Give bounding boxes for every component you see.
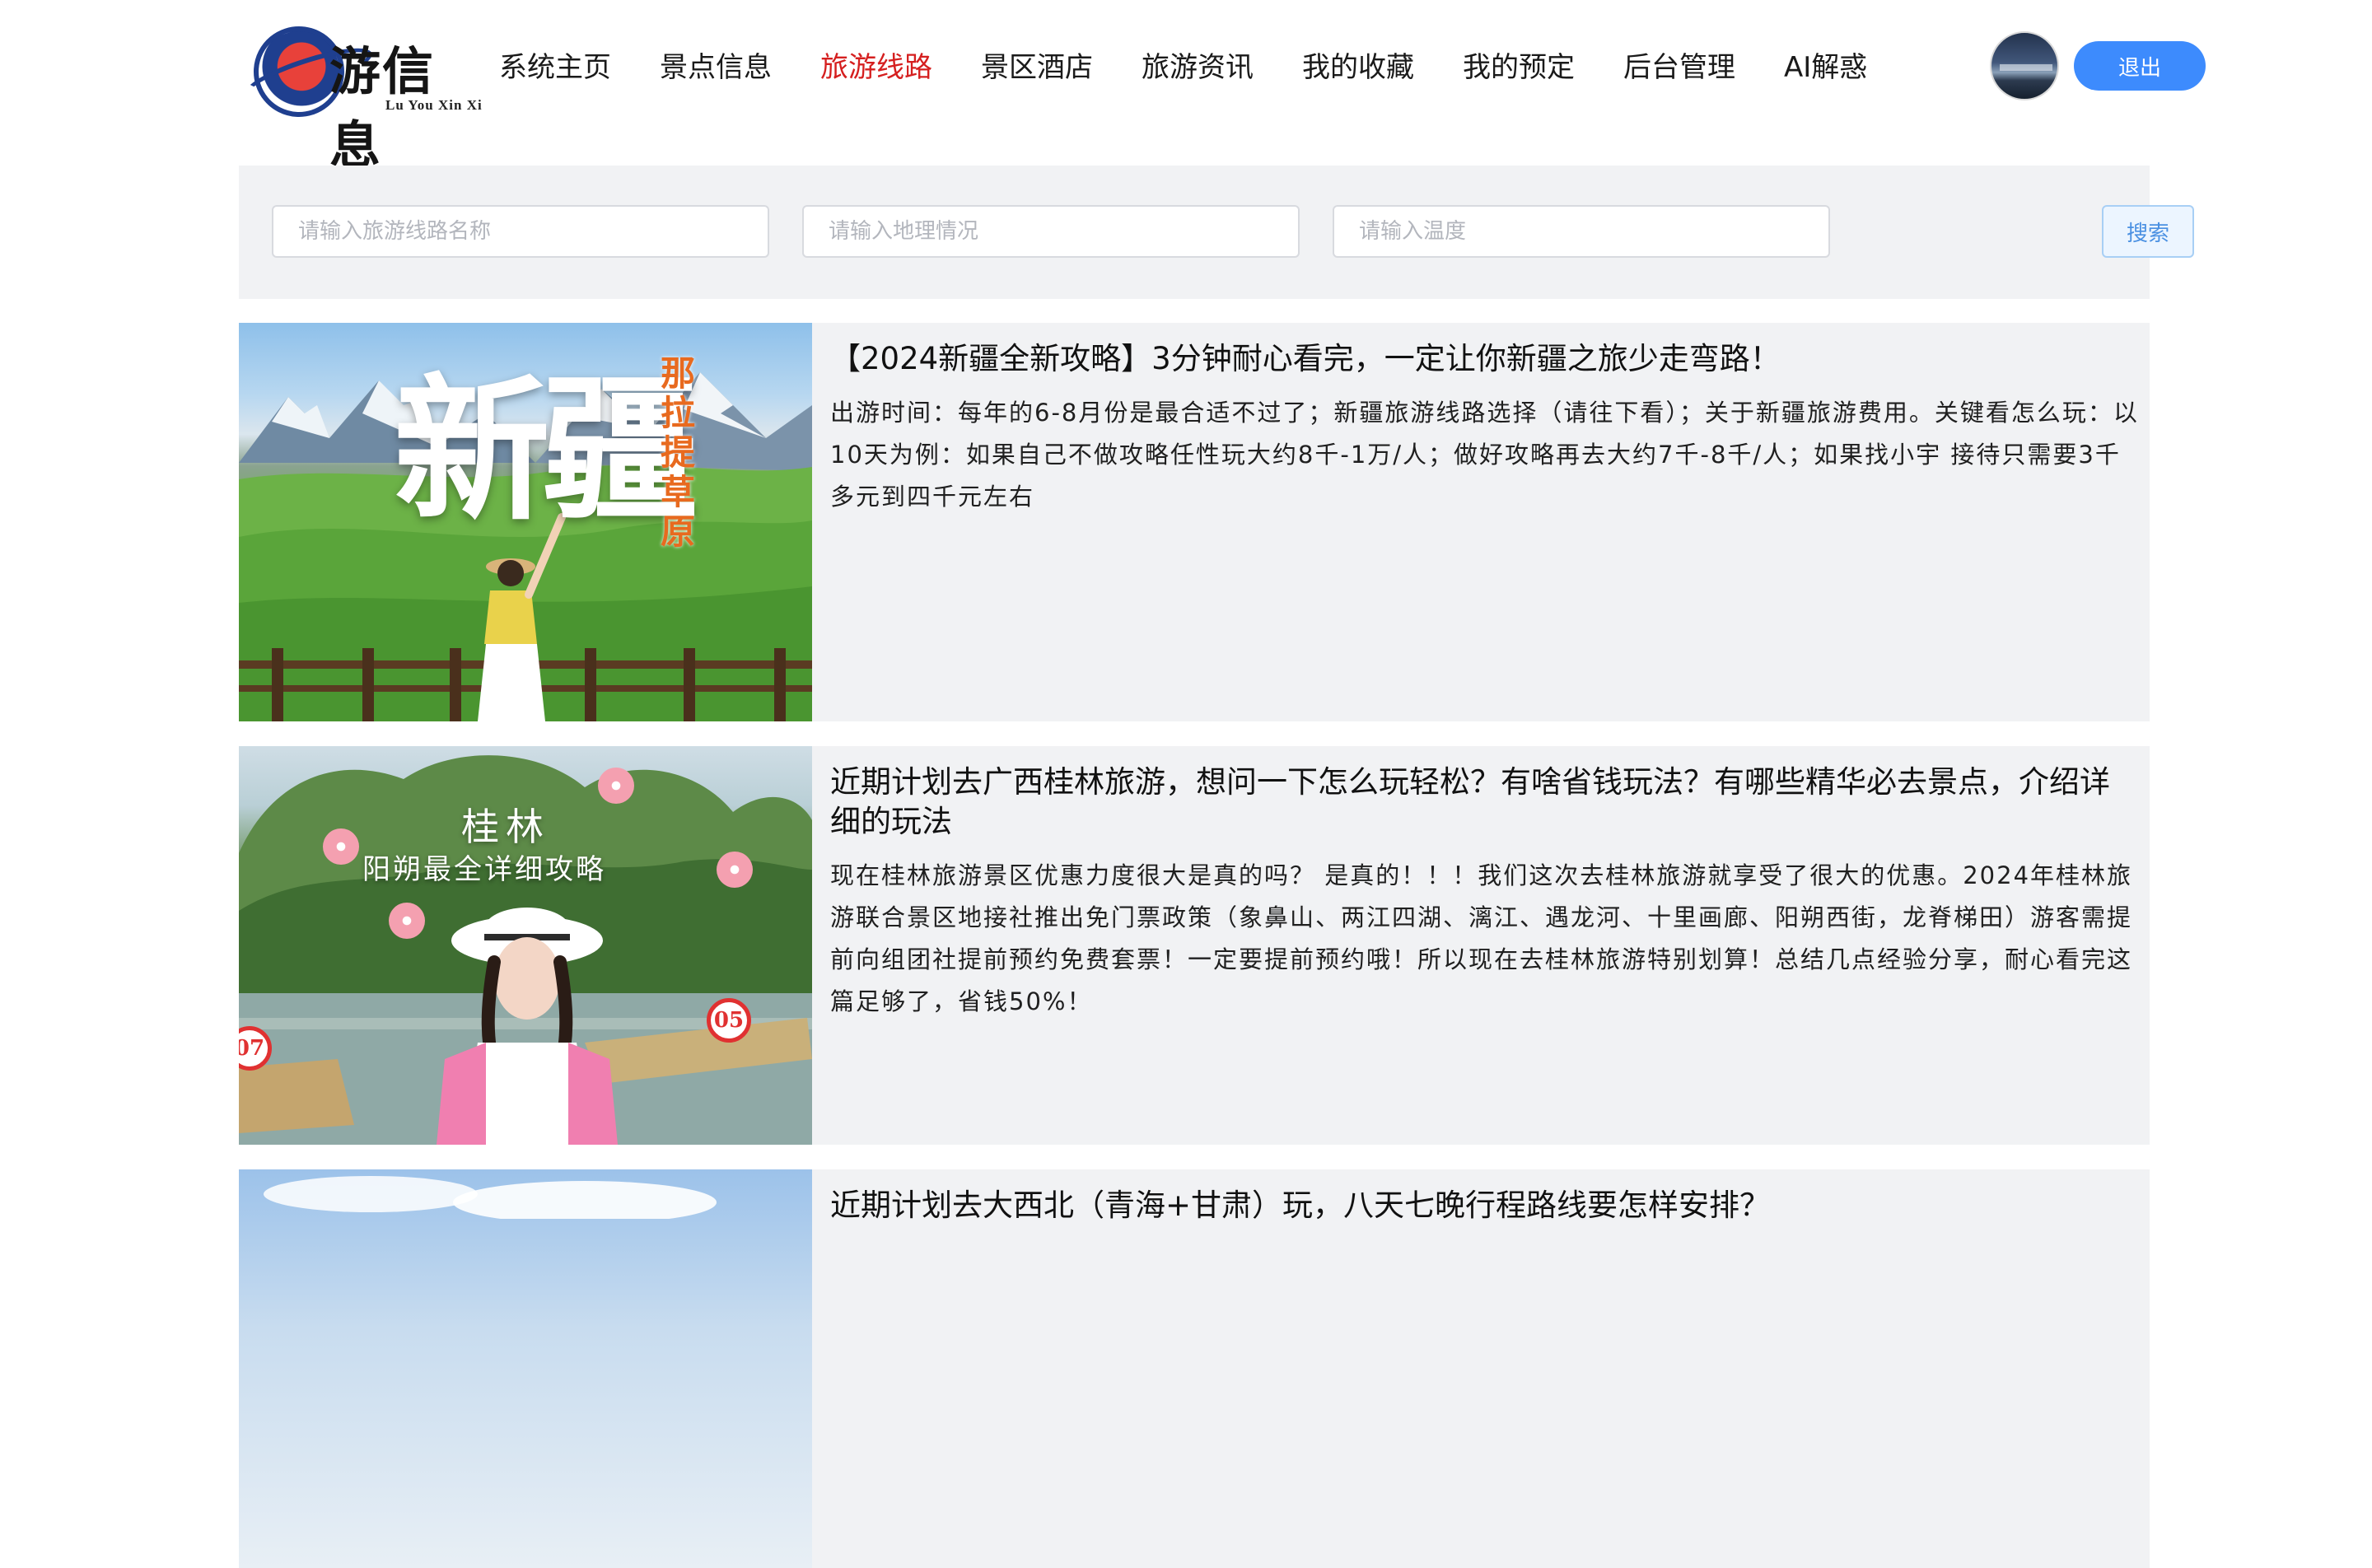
- logout-button[interactable]: 退出: [2074, 41, 2206, 91]
- nav-hotels[interactable]: 景区酒店: [981, 43, 1093, 92]
- route-description: 现在桂林旅游景区优惠力度很大是真的吗？ 是真的！！！我们这次去桂林旅游就享受了很…: [830, 861, 2133, 1015]
- nav-favorites[interactable]: 我的收藏: [1302, 43, 1414, 92]
- nav-routes[interactable]: 旅游线路: [820, 43, 932, 92]
- northwest-scenery: [264, 1176, 717, 1219]
- route-image-northwest[interactable]: [239, 1169, 812, 1568]
- flower-icon: [323, 828, 359, 865]
- route-card[interactable]: 新疆 那拉提草原 【2024新疆全新攻略】3分钟耐心看完，一定让你新疆之旅少走弯…: [239, 323, 2150, 721]
- nav-bookings[interactable]: 我的预定: [1463, 43, 1575, 92]
- flower-icon: [598, 768, 634, 804]
- site-logo[interactable]: 游信息 Lu You Xin Xi: [241, 12, 486, 175]
- flower-icon: [389, 903, 425, 939]
- search-button[interactable]: 搜索: [2102, 205, 2194, 258]
- nav-news[interactable]: 旅游资讯: [1142, 43, 1254, 92]
- image-text-guilin: 桂林: [461, 805, 550, 849]
- route-name-input[interactable]: [272, 205, 769, 258]
- sign-05-icon: 05: [707, 998, 751, 1043]
- top-header: 游信息 Lu You Xin Xi 系统主页 景点信息 旅游线路 景区酒店 旅游…: [0, 0, 2372, 175]
- flower-icon: [717, 852, 753, 888]
- route-title[interactable]: 近期计划去广西桂林旅游，想问一下怎么玩轻松？有啥省钱玩法？有哪些精华必去景点，介…: [830, 763, 2132, 842]
- main-nav: 系统主页 景点信息 旅游线路 景区酒店 旅游资讯 我的收藏 我的预定 后台管理 …: [499, 43, 1916, 92]
- image-text-yangshuo: 阳朔最全详细攻略: [362, 853, 606, 886]
- route-description: 出游时间：每年的6-8月份是最合适不过了；新疆旅游线路选择（请往下看）；关于新疆…: [830, 399, 2139, 511]
- route-image-guilin[interactable]: 桂林 阳朔最全详细攻略 05 07: [239, 746, 812, 1145]
- search-panel: 搜索: [239, 166, 2194, 299]
- nav-admin[interactable]: 后台管理: [1623, 43, 1735, 92]
- route-title[interactable]: 近期计划去大西北（青海+甘肃）玩，八天七晚行程路线要怎样安排？: [830, 1186, 2132, 1225]
- temperature-input[interactable]: [1333, 205, 1830, 258]
- logo-english-text: Lu You Xin Xi: [385, 97, 483, 113]
- image-text-xinjiang: 新疆: [394, 358, 698, 542]
- user-avatar[interactable]: [1990, 31, 2059, 100]
- geo-input[interactable]: [802, 205, 1300, 258]
- route-card[interactable]: 桂林 阳朔最全详细攻略 05 07 近期计划去广西桂林旅游，想问一下怎么玩轻松？…: [239, 746, 2150, 1145]
- route-title[interactable]: 【2024新疆全新攻略】3分钟耐心看完，一定让你新疆之旅少走弯路！: [830, 339, 2132, 379]
- route-image-xinjiang[interactable]: 新疆 那拉提草原: [239, 323, 812, 721]
- nav-attractions[interactable]: 景点信息: [660, 43, 772, 92]
- nav-ai-help[interactable]: AI解惑: [1784, 43, 1867, 92]
- nav-home[interactable]: 系统主页: [499, 43, 611, 92]
- route-card[interactable]: 近期计划去大西北（青海+甘肃）玩，八天七晚行程路线要怎样安排？: [239, 1169, 2150, 1568]
- image-text-nalati: 那拉提草原: [661, 353, 696, 552]
